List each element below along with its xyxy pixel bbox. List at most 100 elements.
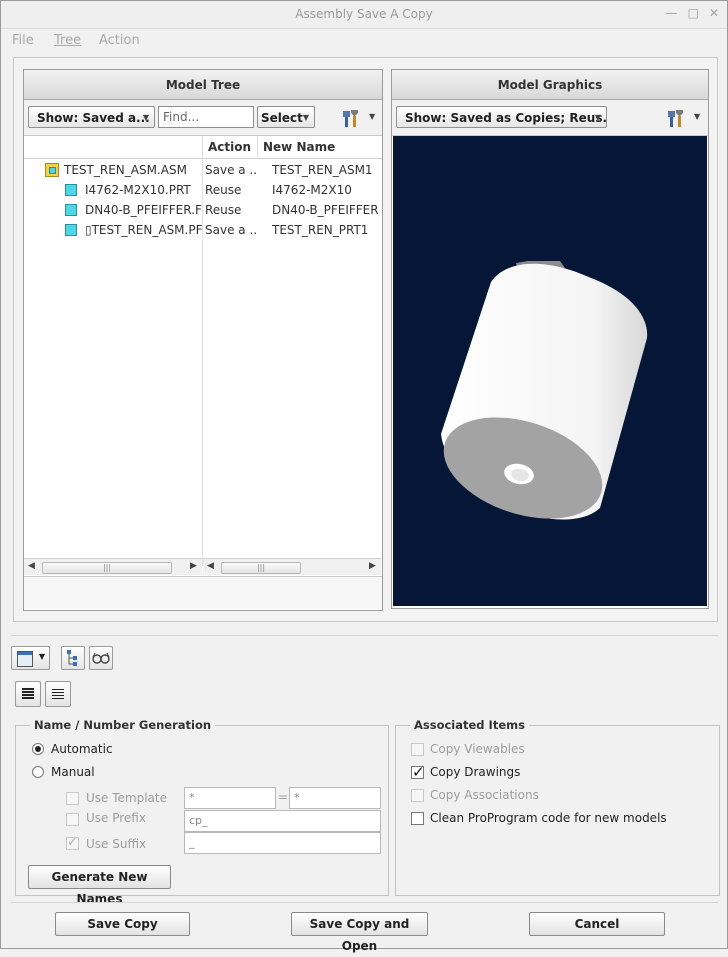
copy-drawings-checkbox[interactable]: ✓ [411, 763, 425, 781]
list-view-button[interactable] [45, 681, 71, 707]
save-copy-and-open-button[interactable]: Save Copy and Open [291, 912, 428, 953]
tree-row[interactable]: TEST_REN_ASM.ASM Save a ... TEST_REN_ASM… [24, 160, 382, 180]
select-label: Select [261, 111, 303, 125]
row-new-name: DN40-B_PFEIFFER [272, 203, 379, 217]
associated-items-group: Associated Items Copy Viewables ✓ Copy D… [395, 718, 720, 896]
scroll-right-icon[interactable]: ▶ [369, 561, 376, 571]
model-tree-toolbar: Show: Saved a... ▼ Find... Select ▼ ▼ [24, 100, 382, 136]
row-name: DN40-B_PFEIFFER.F [85, 203, 202, 217]
suffix-input[interactable]: _ [184, 832, 381, 854]
assembly-icon [45, 163, 59, 177]
copy-associations-checkbox[interactable] [411, 789, 424, 802]
column-new-name: New Name [263, 140, 336, 154]
row-action: Save a ... [205, 223, 257, 237]
manual-radio[interactable] [32, 766, 44, 778]
prefix-input[interactable]: cp_ [184, 810, 381, 832]
menu-tree[interactable]: Tree [54, 33, 81, 48]
menu-file[interactable]: File [12, 33, 34, 48]
tree-row[interactable]: I4762-M2X10.PRT Reuse I4762-M2X10 [24, 180, 382, 200]
use-prefix-label: Use Prefix [86, 811, 146, 825]
list-view-icon [52, 689, 64, 699]
automatic-radio[interactable] [32, 743, 44, 755]
model-tree-show-combo[interactable]: Show: Saved a... ▼ [28, 106, 155, 128]
menu-bar: File Tree Action [1, 29, 727, 53]
model-graphics-toolbar: Show: Saved as Copies; Reus... ▼ ▼ [392, 100, 708, 136]
chevron-down-icon: ▼ [594, 113, 601, 122]
chevron-down-icon: ▼ [142, 113, 149, 122]
use-suffix-label: Use Suffix [86, 837, 147, 851]
model-tree-title: Model Tree [24, 70, 382, 100]
model-graphics-show-combo[interactable]: Show: Saved as Copies; Reus... ▼ [396, 106, 607, 128]
tools-dropdown-icon[interactable]: ▼ [694, 112, 700, 121]
tree-view-icon [67, 650, 77, 666]
show-glasses-button[interactable] [89, 646, 113, 670]
cancel-button[interactable]: Cancel [529, 912, 665, 936]
row-name: ▯TEST_REN_ASM.PF [85, 223, 202, 237]
minimize-icon[interactable]: — [666, 6, 678, 20]
close-icon[interactable]: ✕ [709, 6, 719, 20]
use-prefix-checkbox[interactable] [66, 813, 79, 826]
select-combo[interactable]: Select ▼ [257, 106, 315, 128]
part-icon [65, 204, 77, 216]
copy-associations-label: Copy Associations [430, 788, 539, 802]
chevron-down-icon: ▼ [38, 652, 45, 661]
find-input[interactable]: Find... [158, 106, 254, 128]
clean-proprogram-checkbox[interactable] [411, 812, 424, 825]
title-bar: Assembly Save A Copy — □ ✕ [1, 1, 727, 29]
model-tree-show-label: Show: Saved a... [37, 111, 150, 125]
template-input-1[interactable]: * [184, 787, 276, 809]
tree-row[interactable]: ▯TEST_REN_ASM.PF Save a ... TEST_REN_PRT… [24, 220, 382, 240]
glasses-icon [92, 652, 110, 664]
scroll-left-icon[interactable]: ◀ [207, 561, 214, 571]
scroll-right-icon[interactable]: ▶ [190, 561, 197, 571]
scroll-thumb[interactable]: ||| [221, 562, 301, 574]
name-generation-group: Name / Number Generation Automatic Manua… [15, 718, 389, 906]
row-name: I4762-M2X10.PRT [85, 183, 191, 197]
model-graphics-show-label: Show: Saved as Copies; Reus... [405, 111, 607, 125]
row-action: Reuse [205, 183, 242, 197]
tree-column-header: Action New Name [24, 136, 382, 159]
tree-scrollbar-left[interactable]: ◀ ||| ▶ [24, 558, 202, 575]
model-viewport[interactable] [393, 136, 707, 606]
layout-dropdown-button[interactable]: ▼ [11, 646, 50, 670]
details-view-button[interactable] [15, 681, 41, 707]
tools-icon[interactable] [342, 108, 362, 128]
tree-scrollbar-right[interactable]: ◀ ||| ▶ [203, 558, 381, 575]
model-tree-panel: Model Tree Show: Saved a... ▼ Find... Se… [23, 69, 383, 611]
tools-dropdown-icon[interactable]: ▼ [369, 112, 375, 121]
save-copy-button[interactable]: Save Copy [55, 912, 190, 936]
tree-view-button[interactable] [61, 646, 85, 670]
equals-label: = [278, 790, 289, 804]
part-icon [65, 224, 77, 236]
copy-viewables-checkbox[interactable] [411, 743, 424, 756]
chevron-down-icon: ▼ [302, 113, 309, 122]
maximize-icon[interactable]: □ [688, 6, 699, 20]
menu-action[interactable]: Action [99, 33, 140, 48]
scroll-thumb[interactable]: ||| [42, 562, 172, 574]
use-template-label: Use Template [86, 791, 167, 805]
use-template-checkbox[interactable] [66, 792, 79, 805]
row-action: Reuse [205, 203, 242, 217]
main-area: Model Tree Show: Saved a... ▼ Find... Se… [13, 57, 718, 622]
tools-icon[interactable] [667, 108, 687, 128]
model-graphics-panel: Model Graphics Show: Saved as Copies; Re… [391, 69, 709, 609]
template-input-2[interactable]: * [289, 787, 381, 809]
use-suffix-checkbox[interactable]: ✓ [66, 835, 79, 850]
column-action: Action [208, 140, 252, 154]
check-icon: ✓ [67, 835, 78, 850]
model-graphics-title: Model Graphics [392, 70, 708, 100]
scroll-left-icon[interactable]: ◀ [28, 561, 35, 571]
row-new-name: I4762-M2X10 [272, 183, 352, 197]
associated-items-title: Associated Items [410, 718, 529, 732]
tree-row[interactable]: DN40-B_PFEIFFER.F Reuse DN40-B_PFEIFFER [24, 200, 382, 220]
name-generation-title: Name / Number Generation [30, 718, 216, 732]
clean-proprogram-label: Clean ProProgram code for new models [430, 811, 667, 825]
row-new-name: TEST_REN_ASM1 [272, 163, 373, 177]
manual-label: Manual [51, 765, 95, 779]
window-title: Assembly Save A Copy [295, 7, 433, 21]
details-view-icon [22, 688, 34, 699]
layout-icon [17, 651, 33, 667]
copy-drawings-label: Copy Drawings [430, 765, 521, 779]
generate-new-names-button[interactable]: Generate New Names [28, 865, 171, 906]
part-icon [65, 184, 77, 196]
